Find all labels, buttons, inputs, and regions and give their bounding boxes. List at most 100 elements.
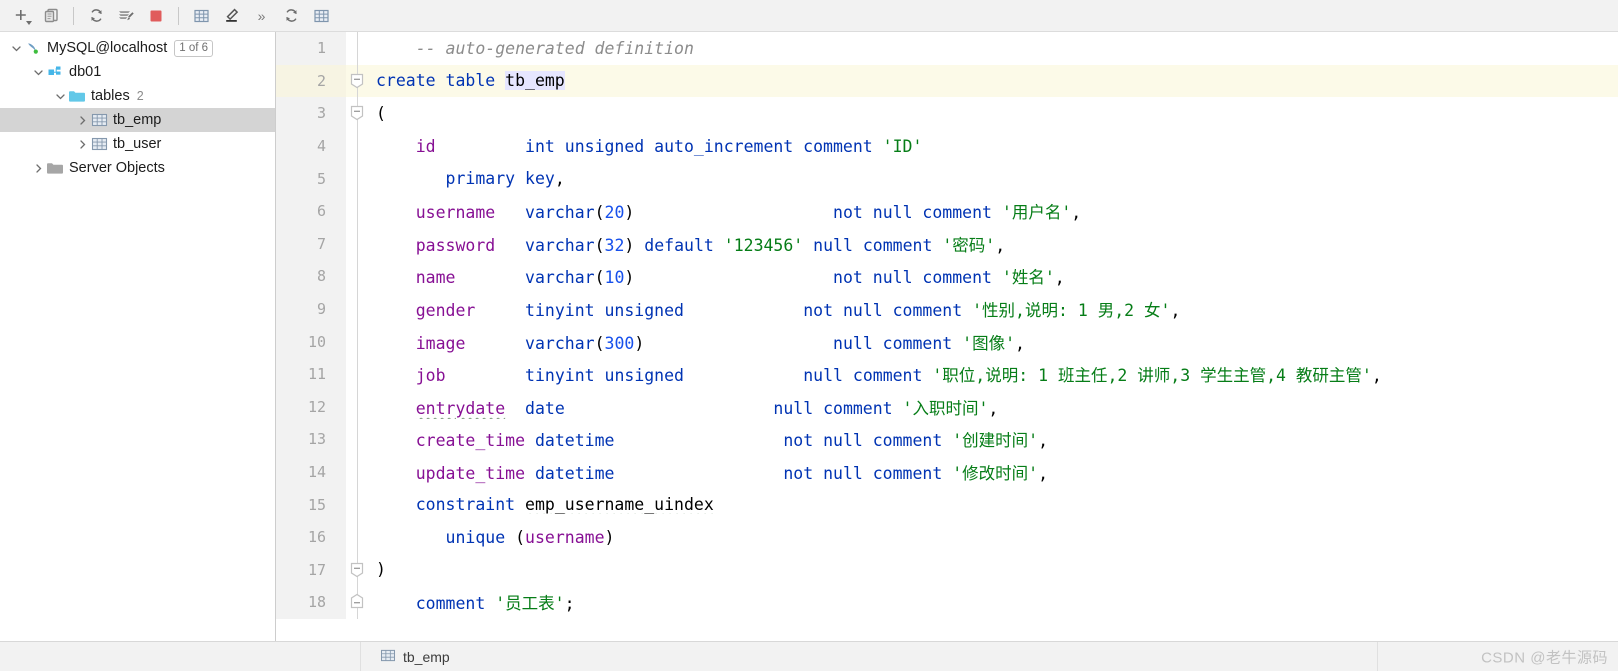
code-line[interactable]: 12 entrydate date null comment '入职时间', [276, 390, 1618, 424]
tree-item-tables[interactable]: tables 2 [0, 84, 275, 108]
run-script-icon[interactable] [111, 3, 141, 29]
code-line[interactable]: 18 comment '员工表'; [276, 586, 1618, 619]
status-table-item[interactable]: tb_emp [18, 649, 450, 665]
tree-item-server-objects[interactable]: Server Objects [0, 156, 275, 180]
refresh-icon[interactable] [81, 3, 111, 29]
fold-gutter[interactable] [346, 64, 368, 98]
code-text[interactable]: image varchar(300) null comment '图像', [368, 330, 1618, 354]
fold-gutter[interactable] [346, 455, 368, 489]
dolphin-icon [24, 40, 42, 56]
code-text[interactable]: create table tb_emp [368, 71, 1618, 91]
line-number: 2 [276, 64, 346, 98]
copy-icon[interactable] [36, 3, 66, 29]
chevron-double-right-glyph: » [257, 7, 266, 24]
fold-gutter[interactable] [346, 357, 368, 391]
table-grid-2-icon[interactable] [306, 3, 336, 29]
tree-item-db01[interactable]: db01 [0, 60, 275, 84]
code-text[interactable]: create_time datetime not null comment '创… [368, 427, 1618, 451]
code-line[interactable]: 9 gender tinyint unsigned not null comme… [276, 292, 1618, 326]
code-text[interactable]: username varchar(20) not null comment '用… [368, 199, 1618, 223]
fold-gutter[interactable] [346, 325, 368, 358]
code-text[interactable]: password varchar(32) default '123456' nu… [368, 232, 1618, 256]
tree-item-tb-user[interactable]: tb_user [0, 132, 275, 156]
fold-gutter[interactable] [346, 488, 368, 521]
code-text[interactable]: update_time datetime not null comment '修… [368, 460, 1618, 484]
code-line[interactable]: 2 create table tb_emp [276, 64, 1618, 98]
code-text[interactable]: unique (username) [368, 528, 1618, 547]
code-text[interactable]: -- auto-generated definition [368, 39, 1618, 58]
code-area[interactable]: 1 -- auto-generated definition 2 create ta… [276, 32, 1618, 641]
chevron-double-right-icon[interactable]: » [246, 3, 276, 29]
code-line[interactable]: 1 -- auto-generated definition [276, 32, 1618, 65]
status-bar: tb_emp CSDN @老牛源码 [0, 641, 1618, 671]
sql-editor[interactable]: 1 -- auto-generated definition 2 create ta… [276, 32, 1618, 641]
code-text[interactable]: gender tinyint unsigned not null comment… [368, 297, 1618, 321]
fold-minus-icon[interactable] [349, 104, 365, 121]
line-number: 12 [276, 390, 346, 424]
line-number: 4 [276, 129, 346, 163]
fold-gutter[interactable] [346, 194, 368, 228]
code-text[interactable]: entrydate date null comment '入职时间', [368, 395, 1618, 419]
code-line[interactable]: 7 password varchar(32) default '123456' … [276, 227, 1618, 261]
code-line[interactable]: 14 update_time datetime not null comment… [276, 455, 1618, 489]
fold-gutter[interactable] [346, 97, 368, 130]
tree-item-mysql-localhost[interactable]: MySQL@localhost 1 of 6 [0, 36, 275, 60]
tree-item-tb-emp[interactable]: tb_emp [0, 108, 275, 132]
fold-minus-icon[interactable] [349, 593, 365, 610]
code-text[interactable]: name varchar(10) not null comment '姓名', [368, 264, 1618, 288]
code-text[interactable]: primary key, [368, 169, 1618, 188]
refresh-2-icon[interactable] [276, 3, 306, 29]
line-number: 9 [276, 292, 346, 326]
fold-gutter[interactable] [346, 586, 368, 619]
fold-gutter[interactable] [346, 520, 368, 554]
code-line[interactable]: 4 id int unsigned auto_increment comment… [276, 129, 1618, 163]
fold-gutter[interactable] [346, 162, 368, 195]
code-line[interactable]: 11 job tinyint unsigned null comment '职位… [276, 357, 1618, 391]
code-line[interactable]: 15 constraint emp_username_uindex [276, 488, 1618, 521]
main-toolbar: » [0, 0, 1618, 32]
code-line[interactable]: 17) [276, 553, 1618, 587]
code-text[interactable]: ( [368, 104, 1618, 123]
chevron-right-icon[interactable] [74, 112, 90, 128]
chevron-right-icon[interactable] [74, 136, 90, 152]
code-text[interactable]: job tinyint unsigned null comment '职位,说明… [368, 362, 1618, 386]
code-text[interactable]: comment '员工表'; [368, 590, 1618, 614]
fold-gutter[interactable] [346, 553, 368, 587]
tree-item-label: db01 [69, 64, 102, 80]
code-line[interactable]: 3( [276, 97, 1618, 130]
line-number: 17 [276, 553, 346, 587]
stop-icon[interactable] [141, 3, 171, 29]
fold-minus-icon[interactable] [349, 561, 365, 578]
line-number: 13 [276, 423, 346, 456]
add-dropdown-icon[interactable] [6, 3, 36, 29]
code-line[interactable]: 13 create_time datetime not null comment… [276, 423, 1618, 456]
fold-gutter[interactable] [346, 260, 368, 293]
separator-2 [178, 6, 179, 25]
code-line[interactable]: 10 image varchar(300) null comment '图像', [276, 325, 1618, 358]
code-line[interactable]: 6 username varchar(20) not null comment … [276, 194, 1618, 228]
edit-pencil-icon[interactable] [216, 3, 246, 29]
code-text[interactable]: constraint emp_username_uindex [368, 495, 1618, 514]
line-number: 18 [276, 586, 346, 619]
chevron-down-icon[interactable] [52, 88, 68, 104]
code-line[interactable]: 16 unique (username) [276, 520, 1618, 554]
fold-gutter[interactable] [346, 390, 368, 424]
fold-gutter[interactable] [346, 227, 368, 261]
code-line[interactable]: 5 primary key, [276, 162, 1618, 195]
code-text[interactable]: id int unsigned auto_increment comment '… [368, 137, 1618, 156]
fold-gutter[interactable] [346, 423, 368, 456]
chevron-right-icon[interactable] [30, 160, 46, 176]
line-number: 7 [276, 227, 346, 261]
fold-gutter[interactable] [346, 292, 368, 326]
code-line[interactable]: 8 name varchar(10) not null comment '姓名'… [276, 260, 1618, 293]
table-grid-icon[interactable] [186, 3, 216, 29]
tree-item-label: MySQL@localhost [47, 40, 168, 56]
line-number: 3 [276, 97, 346, 130]
fold-gutter[interactable] [346, 129, 368, 163]
chevron-down-icon[interactable] [8, 40, 24, 56]
fold-gutter[interactable] [346, 32, 368, 65]
code-text[interactable]: ) [368, 560, 1618, 579]
chevron-down-icon[interactable] [30, 64, 46, 80]
fold-minus-icon[interactable] [349, 72, 365, 89]
line-number: 15 [276, 488, 346, 521]
